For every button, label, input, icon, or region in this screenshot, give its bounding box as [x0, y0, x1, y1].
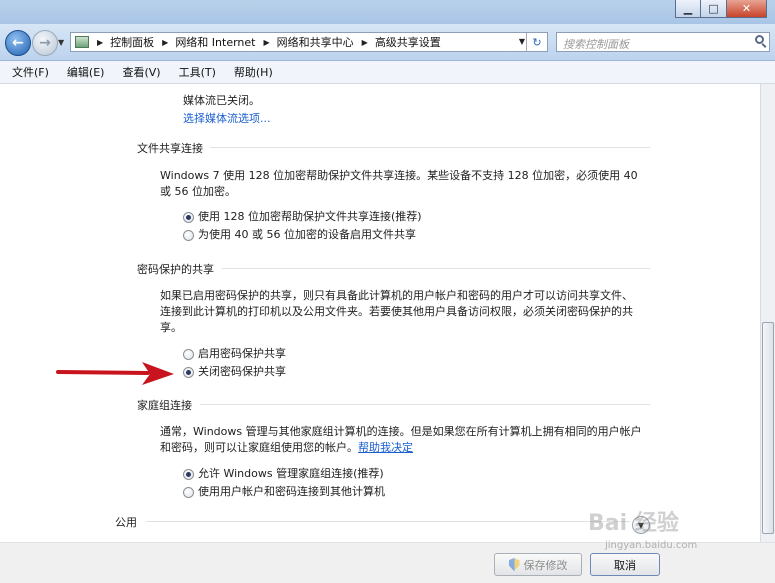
radio-label[interactable]: 允许 Windows 管理家庭组连接(推荐) — [198, 465, 384, 482]
radio-label[interactable]: 使用 128 位加密帮助保护文件共享连接(推荐) — [198, 208, 422, 225]
menu-bar: 文件(F) 编辑(E) 查看(V) 工具(T) 帮助(H) — [0, 61, 775, 84]
password-sharing-description: 如果已启用密码保护的共享，则只有具备此计算机的用户帐户和密码的用户才可以访问共享… — [160, 289, 633, 302]
menu-help[interactable]: 帮助(H) — [234, 64, 273, 80]
section-title-password-sharing: 密码保护的共享 — [137, 263, 214, 276]
breadcrumb-chevron-icon[interactable]: ▶ — [264, 38, 270, 47]
control-panel-icon — [75, 36, 89, 48]
breadcrumb-chevron-icon[interactable]: ▶ — [97, 38, 103, 47]
section-divider — [222, 268, 650, 269]
minimize-button[interactable]: ▁ — [675, 0, 701, 18]
menu-edit[interactable]: 编辑(E) — [67, 64, 105, 80]
homegroup-description: 和密码，则可以让家庭组使用您的帐户。 — [160, 441, 358, 454]
radio-label[interactable]: 启用密码保护共享 — [198, 345, 286, 362]
breadcrumb-item[interactable]: 网络和共享中心 — [277, 34, 354, 50]
radio-label[interactable]: 关闭密码保护共享 — [198, 363, 286, 380]
address-bar[interactable]: ▶ 控制面板 ▶ 网络和 Internet ▶ 网络和共享中心 ▶ 高级共享设置… — [70, 32, 548, 52]
media-streaming-status: 媒体流已关闭。 — [183, 94, 260, 107]
baidu-watermark-logo: Bai 经验 — [588, 511, 679, 536]
menu-tools[interactable]: 工具(T) — [179, 64, 216, 80]
save-changes-button[interactable]: 保存修改 — [494, 553, 582, 576]
file-sharing-description: Windows 7 使用 128 位加密帮助保护文件共享连接。某些设备不支持 1… — [160, 169, 638, 182]
section-title-public[interactable]: 公用 — [115, 514, 137, 530]
radio-label[interactable]: 使用用户帐户和密码连接到其他计算机 — [198, 483, 385, 500]
radio-disable-password-sharing[interactable] — [183, 367, 194, 378]
refresh-icon[interactable]: ↻ — [526, 33, 547, 51]
title-bar: ▁ □ ✕ — [0, 0, 775, 24]
file-sharing-description: 或 56 位加密。 — [160, 185, 236, 198]
window: ▁ □ ✕ ← → ▼ ▶ 控制面板 ▶ 网络和 Internet ▶ 网络和共… — [0, 0, 775, 583]
navigation-bar: ← → ▼ ▶ 控制面板 ▶ 网络和 Internet ▶ 网络和共享中心 ▶ … — [0, 24, 775, 61]
close-button[interactable]: ✕ — [727, 0, 767, 18]
radio-windows-manage-homegroup[interactable] — [183, 469, 194, 480]
baidu-watermark-url: jingyan.baidu.com — [605, 540, 698, 551]
breadcrumb-chevron-icon[interactable]: ▶ — [362, 38, 368, 47]
radio-enable-password-sharing[interactable] — [183, 349, 194, 360]
address-dropdown-icon[interactable]: ▼ — [519, 37, 525, 46]
cancel-label: 取消 — [614, 558, 636, 572]
radio-128bit-encryption[interactable] — [183, 212, 194, 223]
section-divider — [210, 147, 650, 148]
password-sharing-description: 享。 — [160, 321, 182, 334]
breadcrumb-item[interactable]: 高级共享设置 — [375, 34, 441, 50]
breadcrumb-item[interactable]: 控制面板 — [110, 34, 154, 50]
menu-file[interactable]: 文件(F) — [12, 64, 49, 80]
media-streaming-options-link[interactable]: 选择媒体流选项... — [183, 110, 271, 126]
save-changes-label: 保存修改 — [523, 558, 568, 572]
annotation-arrow-icon — [56, 362, 174, 385]
cancel-button[interactable]: 取消 — [590, 553, 660, 576]
search-placeholder: 搜索控制面板 — [563, 38, 629, 51]
radio-use-user-accounts[interactable] — [183, 487, 194, 498]
maximize-button[interactable]: □ — [701, 0, 727, 18]
recent-pages-dropdown-icon[interactable]: ▼ — [58, 38, 64, 47]
radio-label[interactable]: 为使用 40 或 56 位加密的设备启用文件共享 — [198, 226, 416, 243]
homegroup-description-line2: 和密码，则可以让家庭组使用您的帐户。帮助我决定 — [160, 439, 413, 456]
section-divider — [200, 404, 650, 405]
password-sharing-description: 连接到此计算机的打印机以及公用文件夹。若要使其他用户具备访问权限，必须关闭密码保… — [160, 305, 633, 318]
breadcrumb-chevron-icon[interactable]: ▶ — [162, 38, 168, 47]
settings-panel: 媒体流已关闭。 选择媒体流选项... 文件共享连接 Windows 7 使用 1… — [0, 84, 760, 542]
help-me-decide-link[interactable]: 帮助我决定 — [358, 441, 413, 454]
scrollbar-thumb[interactable] — [762, 322, 774, 534]
search-icon[interactable] — [755, 35, 764, 44]
section-title-file-sharing: 文件共享连接 — [137, 142, 203, 155]
section-divider — [146, 521, 630, 522]
uac-shield-icon — [508, 558, 520, 571]
caption-buttons: ▁ □ ✕ — [675, 0, 767, 18]
forward-arrow-icon[interactable]: → — [32, 30, 58, 56]
radio-40-56bit-encryption[interactable] — [183, 230, 194, 241]
back-arrow-icon[interactable]: ← — [5, 30, 31, 56]
search-box[interactable]: 搜索控制面板 — [556, 32, 770, 52]
breadcrumb-item[interactable]: 网络和 Internet — [175, 34, 255, 50]
breadcrumb: ▶ 控制面板 ▶ 网络和 Internet ▶ 网络和共享中心 ▶ 高级共享设置 — [89, 34, 441, 50]
homegroup-description: 通常，Windows 管理与其他家庭组计算机的连接。但是如果您在所有计算机上拥有… — [160, 425, 642, 438]
section-title-homegroup: 家庭组连接 — [137, 399, 192, 412]
vertical-scrollbar[interactable] — [760, 84, 775, 542]
menu-view[interactable]: 查看(V) — [122, 64, 160, 80]
